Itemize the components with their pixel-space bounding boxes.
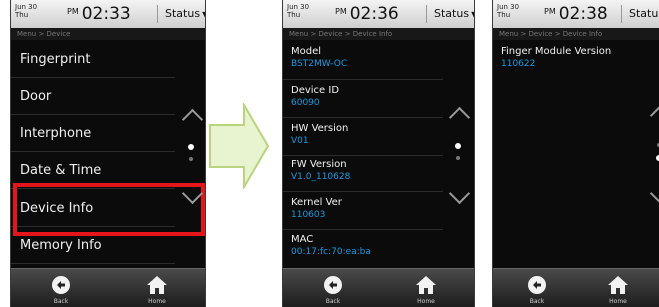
triangle-down-icon: ▼ xyxy=(471,10,474,19)
back-button[interactable]: Back xyxy=(303,269,363,307)
chevron-up-icon[interactable] xyxy=(448,106,471,129)
status-label: Status xyxy=(629,7,659,20)
menu-item-door[interactable]: Door xyxy=(11,79,175,115)
field-label: HW Version xyxy=(291,123,349,134)
field-value: 60090 xyxy=(291,98,320,108)
breadcrumb: Menu > Device xyxy=(11,28,205,40)
field-value: BST2MW-OC xyxy=(291,59,348,69)
triangle-down-icon: ▼ xyxy=(202,10,205,19)
clock-time: 02:33 xyxy=(81,4,131,24)
date-day: Jun 30 xyxy=(15,3,38,11)
back-label: Back xyxy=(529,298,545,305)
status-dropdown-button[interactable]: Status xyxy=(621,5,659,23)
clock-time: 02:36 xyxy=(349,4,399,24)
date-weekday: Thu xyxy=(497,11,511,19)
home-label: Home xyxy=(148,298,166,305)
clock: PM 02:36 xyxy=(335,4,399,24)
home-icon xyxy=(608,276,628,294)
page-indicator-active xyxy=(188,144,194,150)
field-label: MAC xyxy=(291,234,314,245)
date-display: Jun 30 Thu xyxy=(287,3,309,19)
device-info-screen-page-2: Jun 30 Thu PM02:38 Status Menu > Device … xyxy=(492,0,659,307)
home-button[interactable]: Home xyxy=(396,269,456,307)
clock-time: 02:38 xyxy=(558,4,608,24)
status-label: Status xyxy=(434,7,470,20)
home-button[interactable]: Home xyxy=(127,269,187,307)
page-indicator-inactive xyxy=(456,156,460,160)
home-icon xyxy=(147,276,167,294)
info-field-hw-version: HW Version V01 xyxy=(283,119,443,156)
page-indicator-inactive xyxy=(189,157,193,161)
back-arrow-icon xyxy=(52,276,70,294)
page-indicator-active xyxy=(455,143,461,149)
date-day: Jun 30 xyxy=(497,3,520,11)
back-button[interactable]: Back xyxy=(31,269,91,307)
menu-item-fingerprint[interactable]: Fingerprint xyxy=(11,42,175,78)
field-label: Model xyxy=(291,46,322,57)
status-label: Status xyxy=(165,7,201,20)
clock-ampm: PM xyxy=(335,7,347,16)
info-field-model: Model BST2MW-OC xyxy=(283,43,443,80)
selection-highlight xyxy=(13,183,205,236)
back-label: Back xyxy=(53,298,69,305)
info-field-device-id: Device ID 60090 xyxy=(283,81,443,118)
status-dropdown-button[interactable]: Status▼ xyxy=(157,5,205,23)
chevron-up-icon[interactable] xyxy=(649,104,659,127)
field-label: Kernel Ver xyxy=(291,197,342,208)
field-label: Device ID xyxy=(291,85,340,96)
info-field-fw-version: FW Version V1.0_110628 xyxy=(283,155,443,192)
info-field-finger-module-version: Finger Module Version 110622 xyxy=(493,43,653,77)
field-value: 110622 xyxy=(501,59,536,69)
status-bar: Jun 30 Thu PM02:36 Status▼ xyxy=(283,0,474,29)
bottom-nav-bar: Back Home xyxy=(493,268,659,307)
date-display: Jun 30 Thu xyxy=(15,3,37,19)
date-weekday: Thu xyxy=(15,11,29,19)
back-arrow-icon xyxy=(324,276,342,294)
home-label: Home xyxy=(417,298,435,305)
device-info-screen: Jun 30 Thu PM02:36 Status▼ Menu > Device… xyxy=(282,0,475,307)
clock-ampm: PM xyxy=(67,7,79,16)
device-menu-screen: Jun 30 Thu PM02:33 Status▼ Menu > Device… xyxy=(10,0,206,307)
info-field-kernel-ver: Kernel Ver 110603 xyxy=(283,193,443,230)
clock: PM 02:38 xyxy=(544,4,608,24)
breadcrumb: Menu > Device > Device Info xyxy=(493,28,659,40)
home-icon xyxy=(416,276,436,294)
home-label: Home xyxy=(609,298,627,305)
field-value: V01 xyxy=(291,136,309,146)
breadcrumb: Menu > Device > Device Info xyxy=(283,28,474,40)
status-dropdown-button[interactable]: Status▼ xyxy=(426,5,474,23)
back-arrow-icon xyxy=(528,276,546,294)
chevron-up-icon[interactable] xyxy=(181,108,204,131)
date-weekday: Thu xyxy=(287,11,301,19)
field-label: Finger Module Version xyxy=(501,46,612,57)
menu-item-interphone[interactable]: Interphone xyxy=(11,116,175,152)
back-label: Back xyxy=(325,298,341,305)
info-field-mac: MAC 00:17:fc:70:ea:ba xyxy=(283,230,443,266)
back-button[interactable]: Back xyxy=(507,269,567,307)
bottom-nav-bar: Back Home xyxy=(283,268,474,307)
field-label: FW Version xyxy=(291,159,347,170)
status-bar: Jun 30 Thu PM02:38 Status xyxy=(493,0,659,29)
home-button[interactable]: Home xyxy=(588,269,648,307)
date-display: Jun 30 Thu xyxy=(497,3,519,19)
chevron-down-icon[interactable] xyxy=(649,182,659,205)
field-value: V1.0_110628 xyxy=(291,172,351,182)
date-day: Jun 30 xyxy=(287,3,310,11)
chevron-down-icon[interactable] xyxy=(448,182,471,205)
field-value: 110603 xyxy=(291,210,326,220)
bottom-nav-bar: Back Home xyxy=(11,268,205,307)
status-bar: Jun 30 Thu PM02:33 Status▼ xyxy=(11,0,205,29)
clock: PM 02:33 xyxy=(67,4,131,24)
clock-ampm: PM xyxy=(544,7,556,16)
right-arrow-icon xyxy=(209,103,270,189)
field-value: 00:17:fc:70:ea:ba xyxy=(291,247,371,257)
